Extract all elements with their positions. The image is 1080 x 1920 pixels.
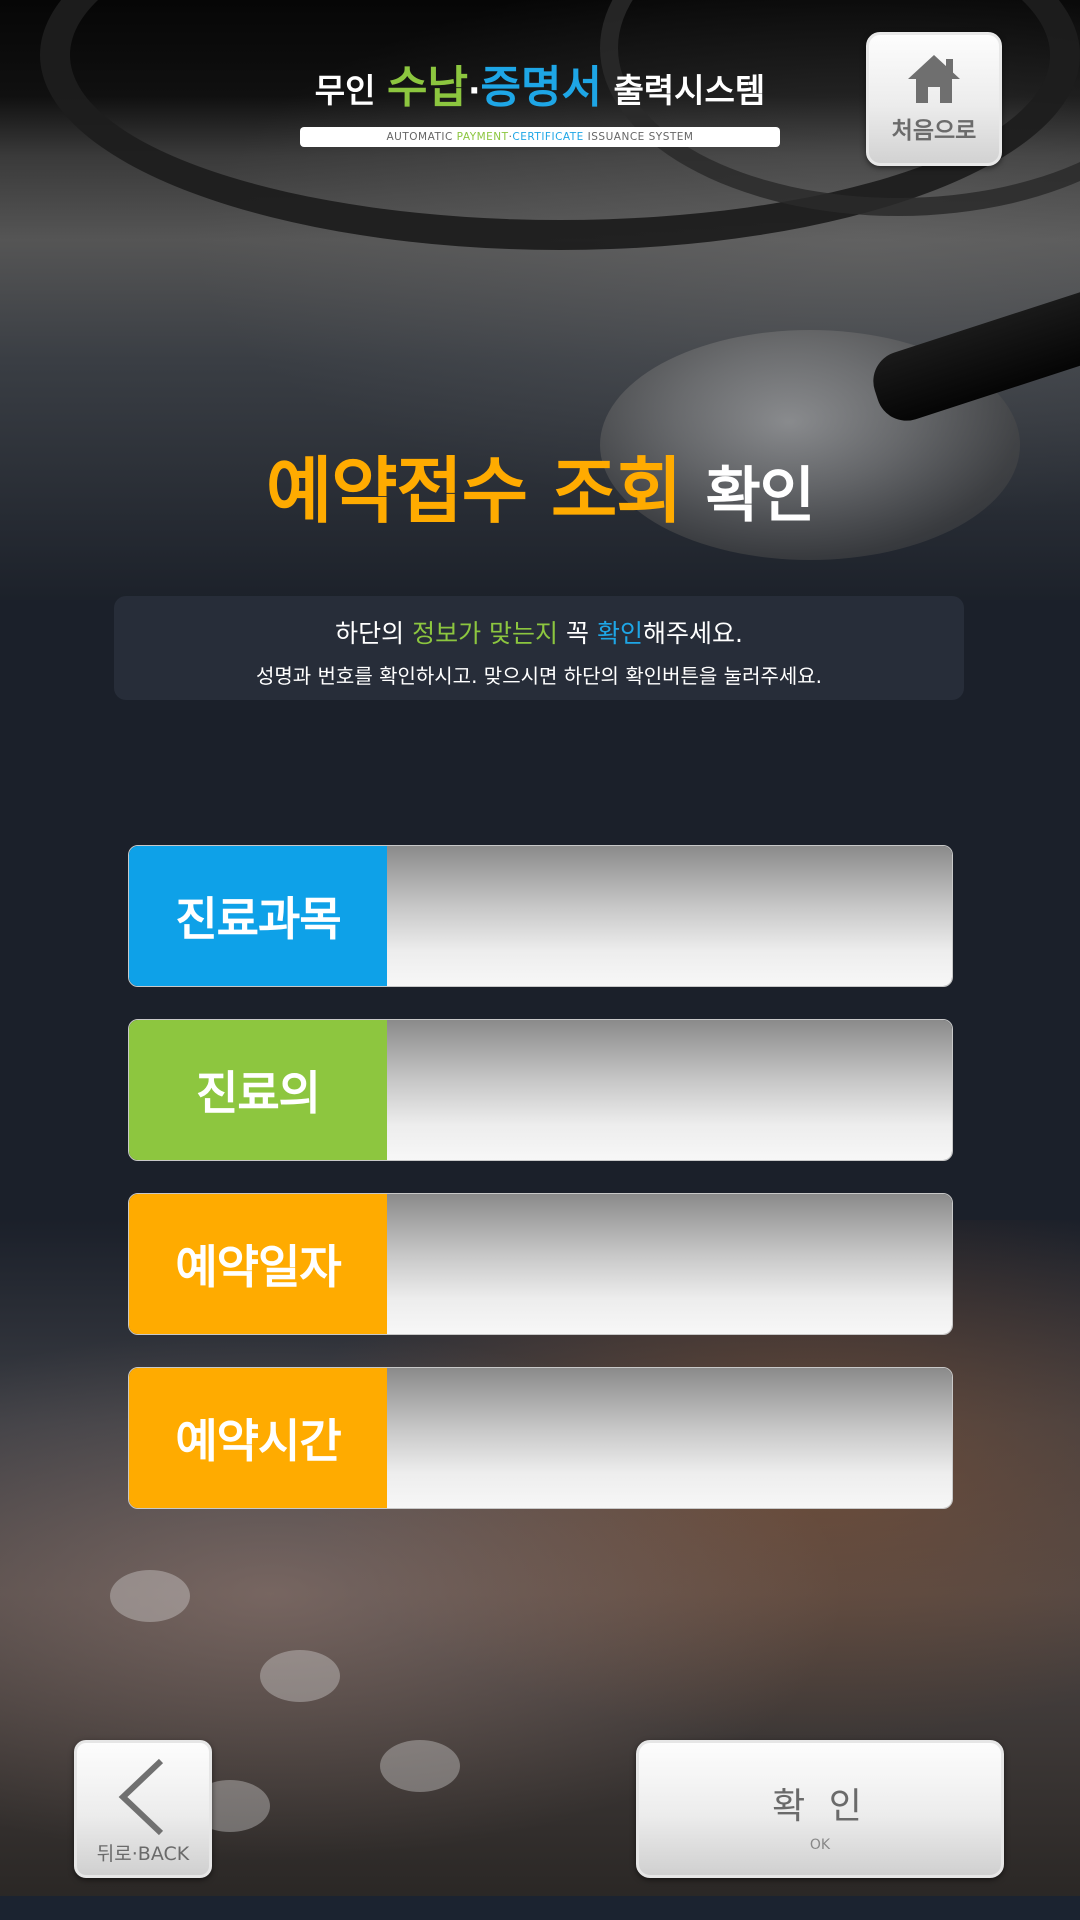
logo-green-text: 수납	[386, 62, 468, 113]
back-button[interactable]: 뒤로·BACK	[74, 1740, 212, 1878]
info-label-doctor: 진료의	[129, 1020, 387, 1160]
info-label-department: 진료과목	[129, 846, 387, 986]
confirm-button-sublabel: OK	[809, 1837, 831, 1853]
page-title: 예약접수 조회 확인	[0, 432, 1080, 537]
tagline-blue: CERTIFICATE	[512, 131, 584, 143]
info-row-department: 진료과목	[128, 845, 953, 987]
chevron-left-icon	[118, 1758, 164, 1836]
background-pill	[260, 1650, 340, 1702]
info-value-doctor	[387, 1020, 952, 1160]
instruction-line-2: 성명과 번호를 확인하시고. 맞으시면 하단의 확인버튼을 눌러주세요.	[255, 664, 823, 688]
logo-prefix: 무인	[314, 71, 376, 110]
background-pill	[380, 1740, 460, 1792]
background-pill	[110, 1570, 190, 1622]
info-row-doctor: 진료의	[128, 1019, 953, 1161]
instruction-text: 하단의	[335, 619, 405, 648]
footer-strip	[0, 1896, 1080, 1920]
instruction-text-blue: 확인	[596, 619, 643, 648]
reservation-info-list: 진료과목 진료의 예약일자 예약시간	[128, 845, 953, 1541]
tagline-part: AUTOMATIC	[386, 131, 453, 143]
logo-title: 무인 수납·증명서 출력시스템	[300, 58, 780, 121]
info-row-time: 예약시간	[128, 1367, 953, 1509]
app-logo: 무인 수납·증명서 출력시스템 AUTOMATIC PAYMENT·CERTIF…	[300, 58, 780, 148]
instruction-box: 하단의 정보가 맞는지 꼭 확인해주세요. 성명과 번호를 확인하시고. 맞으시…	[114, 596, 964, 700]
logo-suffix: 출력시스템	[613, 71, 766, 110]
instruction-text-green: 정보가 맞는지	[412, 619, 559, 648]
confirm-button-label: 확 인	[772, 1786, 868, 1827]
confirm-button[interactable]: 확 인 OK	[636, 1740, 1004, 1878]
info-value-time	[387, 1368, 952, 1508]
instruction-line-1: 하단의 정보가 맞는지 꼭 확인해주세요.	[114, 614, 964, 650]
home-button-label: 처음으로	[891, 118, 977, 144]
home-icon	[908, 55, 960, 103]
page-title-suffix: 확인	[705, 461, 815, 531]
logo-tagline: AUTOMATIC PAYMENT·CERTIFICATE ISSUANCE S…	[300, 127, 780, 147]
instruction-text: 꼭	[565, 619, 589, 648]
home-button[interactable]: 처음으로	[866, 32, 1002, 166]
info-label-time: 예약시간	[129, 1368, 387, 1508]
info-value-department	[387, 846, 952, 986]
back-button-label: 뒤로·BACK	[96, 1843, 190, 1865]
info-label-date: 예약일자	[129, 1194, 387, 1334]
logo-blue-text: 증명서	[480, 62, 602, 113]
instruction-text: 해주세요.	[642, 619, 743, 648]
tagline-green: PAYMENT	[456, 131, 509, 143]
info-row-date: 예약일자	[128, 1193, 953, 1335]
page-title-highlight: 예약접수 조회	[266, 449, 683, 533]
info-value-date	[387, 1194, 952, 1334]
tagline-part: ISSUANCE SYSTEM	[587, 131, 694, 143]
logo-dot: ·	[467, 71, 481, 110]
